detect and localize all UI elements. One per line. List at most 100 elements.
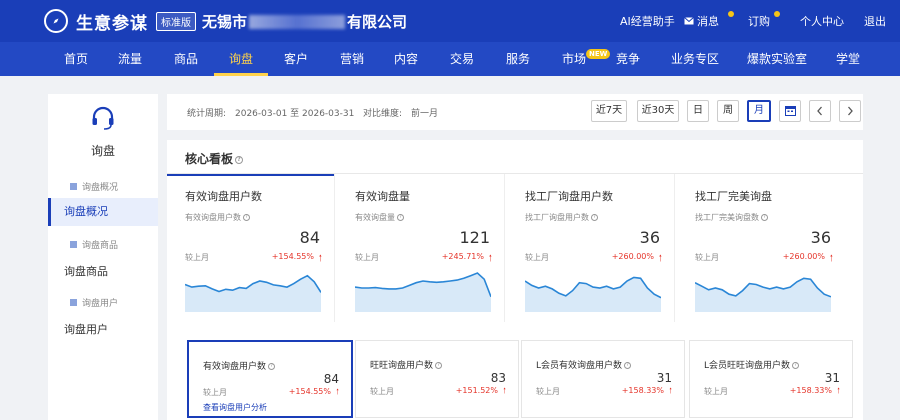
core-dashboard: 核心看板? 有效询盘用户数 有效询盘用户数? 84 较上月 +154.55% 🠑… <box>167 140 863 420</box>
sub-metric-value: 83 <box>490 371 506 385</box>
sub-metric-title-text: L会员有效询盘用户数 <box>536 361 623 371</box>
sub-metric-title: L会员有效询盘用户数? <box>536 358 632 371</box>
sparkline-area <box>355 273 491 312</box>
sparkline-area <box>525 277 661 312</box>
sub-metric-value: 31 <box>656 371 672 385</box>
view-user-analysis-link[interactable]: 查看询盘用户分析 <box>203 402 267 413</box>
nav-inquiry[interactable]: 询盘 <box>214 42 268 76</box>
sub-metric-card[interactable]: 旺旺询盘用户数? 83 较上月 +151.52% 🠑 <box>355 340 519 418</box>
metric-subtitle: 有效询盘量? <box>355 212 404 223</box>
nav-marketing[interactable]: 营销 <box>334 42 370 76</box>
nav-content[interactable]: 内容 <box>388 42 424 76</box>
metric-value: 84 <box>299 228 320 247</box>
trend-sparkline <box>695 277 831 312</box>
sparkline-area <box>185 275 321 312</box>
mail-icon <box>684 17 694 25</box>
metric-value: 36 <box>810 228 831 247</box>
range-7d-button[interactable]: 近7天 <box>591 100 627 122</box>
orders-label: 订购 <box>748 15 770 28</box>
week-button[interactable]: 周 <box>717 100 739 122</box>
metric-change-percent: +260.00% <box>782 252 825 261</box>
sub-metric-change-percent: +151.52% <box>455 386 498 395</box>
new-badge: NEW <box>586 49 611 59</box>
metric-card[interactable]: 有效询盘用户数 有效询盘用户数? 84 较上月 +154.55% 🠑 <box>167 174 335 322</box>
next-period-button[interactable] <box>839 100 861 122</box>
compare-value: 前一月 <box>411 109 439 119</box>
brand-logo[interactable]: 生意参谋 标准版 <box>44 8 196 34</box>
up-arrow-icon: 🠑 <box>669 386 672 395</box>
dashboard-title: 核心看板? <box>185 150 244 167</box>
help-icon[interactable]: ? <box>435 362 443 369</box>
metric-title: 有效询盘用户数 <box>185 190 262 203</box>
help-icon[interactable]: ? <box>243 214 250 221</box>
day-button[interactable]: 日 <box>687 100 709 122</box>
calendar-button[interactable] <box>779 100 801 122</box>
user-center-link[interactable]: 个人中心 <box>800 13 844 29</box>
headset-icon <box>92 106 114 130</box>
sidebar-item-users[interactable]: 询盘用户 <box>48 316 158 344</box>
trend-sparkline <box>185 274 321 312</box>
help-icon[interactable]: ? <box>624 362 632 369</box>
ai-assistant-link[interactable]: AI经营助手 <box>620 13 675 29</box>
sub-metric-compare-label: 较上月 <box>536 387 560 396</box>
sidebar-header: 询盘 <box>48 94 158 168</box>
messages-link[interactable]: 消息 <box>684 13 719 29</box>
help-icon[interactable]: ? <box>268 363 276 370</box>
help-icon[interactable]: ? <box>397 214 404 221</box>
nav-academy[interactable]: 学堂 <box>830 42 866 76</box>
nav-service[interactable]: 服务 <box>500 42 536 76</box>
period-label: 统计周期: <box>187 109 227 119</box>
sub-metric-compare-label: 较上月 <box>370 387 394 396</box>
sidebar-item-products[interactable]: 询盘商品 <box>48 258 158 286</box>
month-button[interactable]: 月 <box>747 100 771 122</box>
prev-period-button[interactable] <box>809 100 831 122</box>
help-icon[interactable]: ? <box>792 362 800 369</box>
metric-change-percent: +154.55% <box>271 252 314 261</box>
metric-subtitle-text: 找工厂询盘用户数 <box>525 213 589 222</box>
shop-name-redacted <box>249 14 346 29</box>
ai-assistant-label: AI经营助手 <box>620 15 675 28</box>
main-nav: 首页 流量 商品 询盘 客户 营销 内容 交易 服务 市场 NEW 竞争 业务专… <box>0 42 900 76</box>
metric-card[interactable]: 有效询盘量 有效询盘量? 121 较上月 +245.71% 🠑 <box>337 174 505 322</box>
sub-metric-card[interactable]: L会员旺旺询盘用户数? 31 较上月 +158.33% 🠑 <box>689 340 853 418</box>
logout-link[interactable]: 退出 <box>864 13 886 29</box>
metric-card[interactable]: 找工厂询盘用户数 找工厂询盘用户数? 36 较上月 +260.00% 🠑 <box>507 174 675 322</box>
sub-metric-card[interactable]: L会员有效询盘用户数? 31 较上月 +158.33% 🠑 <box>521 340 685 418</box>
sub-metric-title-text: L会员旺旺询盘用户数 <box>704 361 791 371</box>
sub-metric-title: L会员旺旺询盘用户数? <box>704 358 800 371</box>
nav-home[interactable]: 首页 <box>58 42 94 76</box>
top-header: 生意参谋 标准版 无锡市 有限公司 AI经营助手 消息 订购 个人中心 退出 <box>0 0 900 42</box>
help-icon[interactable]: ? <box>591 214 598 221</box>
sidebar-item-overview[interactable]: 询盘概况 <box>48 198 158 226</box>
metric-compare-label: 较上月 <box>695 253 719 262</box>
nav-trade[interactable]: 交易 <box>444 42 480 76</box>
sub-metric-change-percent: +154.55% <box>288 387 331 396</box>
metric-card[interactable]: 找工厂完美询盘 找工厂完美询盘数? 36 较上月 +260.00% 🠑 <box>677 174 845 322</box>
nav-market[interactable]: 市场 <box>556 42 592 76</box>
metric-subtitle: 找工厂完美询盘数? <box>695 212 768 223</box>
range-30d-button[interactable]: 近30天 <box>637 100 679 122</box>
nav-traffic[interactable]: 流量 <box>112 42 148 76</box>
sidebar-group-users: 询盘用户 <box>48 294 158 310</box>
shop-name-prefix: 无锡市 <box>202 13 248 31</box>
nav-business-zone[interactable]: 业务专区 <box>668 42 722 76</box>
nav-competition[interactable]: 竞争 <box>610 42 646 76</box>
metric-subtitle-text: 有效询盘用户数 <box>185 213 241 222</box>
metric-subtitle-text: 找工厂完美询盘数 <box>695 213 759 222</box>
up-arrow-icon: 🠑 <box>503 386 506 395</box>
compass-icon <box>44 9 68 33</box>
sub-metric-card[interactable]: 有效询盘用户数? 84 较上月 +154.55% 🠑 查看询盘用户分析 <box>187 340 353 418</box>
nav-customers[interactable]: 客户 <box>278 42 314 76</box>
sub-metric-title-text: 有效询盘用户数 <box>203 362 267 372</box>
orders-link[interactable]: 订购 <box>748 13 770 29</box>
metric-compare-label: 较上月 <box>525 253 549 262</box>
compare-label: 对比维度: <box>363 109 403 119</box>
metric-change-percent: +260.00% <box>611 252 654 261</box>
help-icon[interactable]: ? <box>235 155 244 164</box>
calendar-icon <box>784 106 796 116</box>
nav-products[interactable]: 商品 <box>168 42 204 76</box>
sub-metric-title: 旺旺询盘用户数? <box>370 358 443 371</box>
help-icon[interactable]: ? <box>761 214 768 221</box>
logout-label: 退出 <box>864 15 886 28</box>
nav-hot-lab[interactable]: 爆款实验室 <box>744 42 810 76</box>
